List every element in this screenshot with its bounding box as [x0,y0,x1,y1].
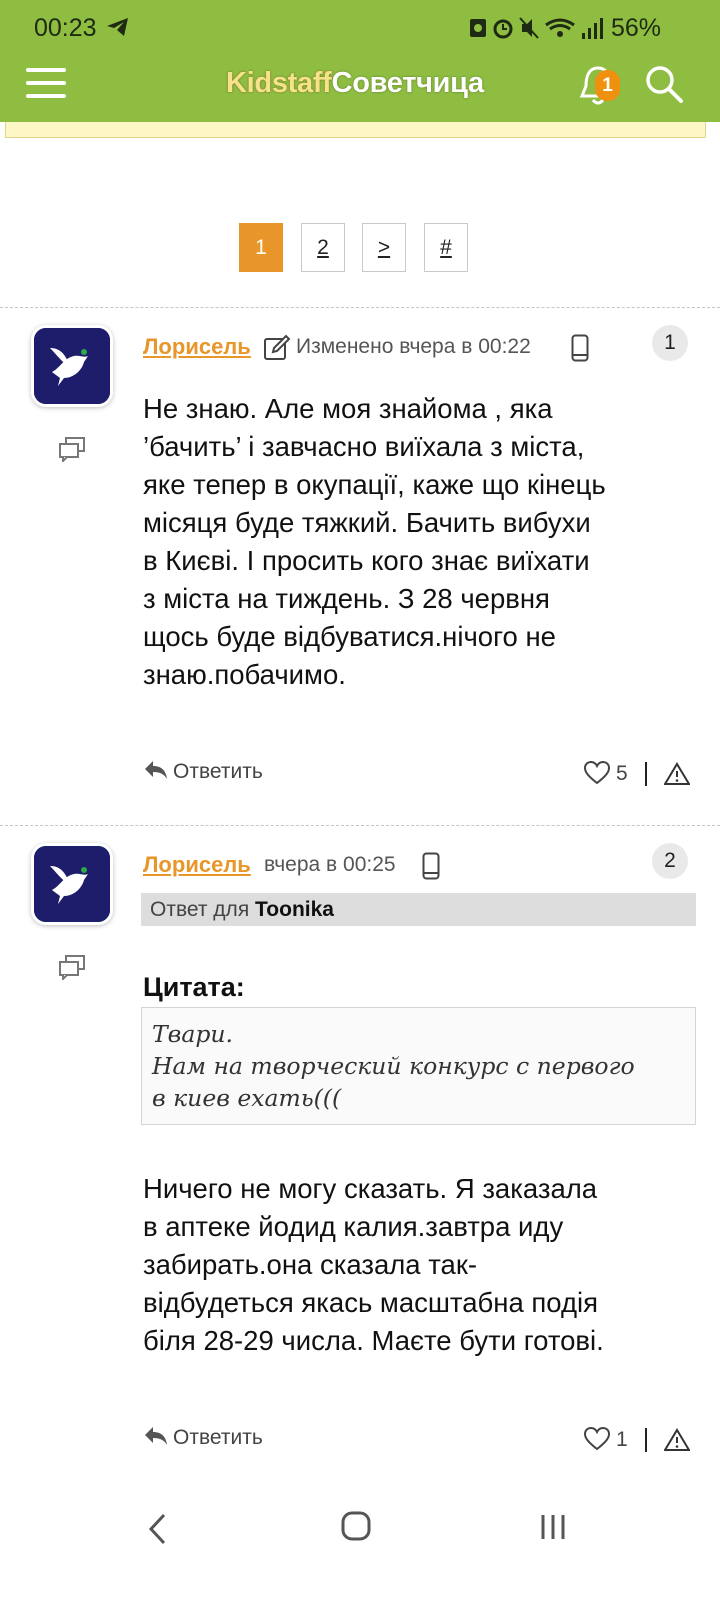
brand-part2: Советчица [331,67,485,99]
like-button[interactable]: 5 [583,760,628,791]
dove-icon [34,846,110,922]
dove-icon [34,328,110,404]
quote-block: Твари. Нам на творческий конкурс с перво… [141,1007,696,1125]
post-author-link[interactable]: Лорисель [143,334,251,360]
page-button-1[interactable]: 1 [239,223,283,272]
next-page-button[interactable]: > [362,223,406,272]
notice-strip [5,122,706,138]
report-warning-icon[interactable] [663,1428,691,1452]
system-navigation-bar [0,1480,720,1600]
avatar[interactable] [34,846,110,922]
status-bar: 00:23 56% [0,0,720,56]
edit-pencil-icon [263,334,291,362]
post-author-link[interactable]: Лорисель [143,852,251,878]
reply-to-bar: Ответ для Toonika [141,893,696,926]
app-header: 00:23 56% KidstaffСоветчица 1 [0,0,720,122]
brand-part1: Kidstaff [226,67,332,99]
like-count: 5 [616,762,628,785]
quote-line: Твари. [152,1020,234,1048]
like-count: 1 [616,1428,628,1451]
avatar[interactable] [34,328,110,404]
signal-icon [582,18,603,39]
recent-apps-nav-icon[interactable] [538,1512,568,1547]
reply-to-prefix: Ответ для [150,898,250,921]
mobile-device-icon [571,334,589,362]
post-timestamp: вчера в 00:25 [264,853,396,876]
recycle-icon [470,19,486,37]
reply-arrow-icon [143,1425,169,1453]
quote-title: Цитата: [143,972,245,1002]
telegram-icon [106,16,130,45]
post-number-badge[interactable]: 2 [652,843,688,879]
divider [645,762,647,786]
post-body: Ничего не могу сказать. Я заказала в апт… [143,1170,703,1360]
battery-level: 56% [611,14,662,42]
post-body-line: Ничего не могу сказать. Я заказала [143,1173,598,1204]
reply-button[interactable]: Ответить [143,759,263,787]
notification-count-badge[interactable]: 1 [595,70,620,101]
page-button-2[interactable]: 2 [301,223,345,272]
post-body-line: знаю.побачимо. [143,659,346,690]
search-icon[interactable] [644,64,684,104]
post-body-line: відбудеться якась масштабна подія [143,1287,599,1318]
mobile-device-icon [422,852,440,880]
post-body: Не знаю. Але моя знайома , яка ’бачить’ … [143,390,703,694]
heart-icon [583,1426,611,1457]
quote-line: в киев ехать((( [152,1084,342,1112]
back-nav-icon[interactable] [146,1512,168,1551]
post-timestamp: Изменено вчера в 00:22 [296,335,531,358]
reply-to-user-link[interactable]: Toonika [255,898,334,921]
private-message-icon[interactable] [58,954,86,982]
reply-button[interactable]: Ответить [143,1425,263,1453]
reply-label: Ответить [173,760,263,783]
heart-icon [583,760,611,791]
post-separator [0,825,720,826]
divider [645,1428,647,1452]
report-warning-icon[interactable] [663,762,691,786]
wifi-icon [545,18,575,37]
post-body-line: ’бачить’ і завчасно виїхала з міста, [143,431,585,462]
like-button[interactable]: 1 [583,1426,628,1457]
site-logo[interactable]: KidstaffСоветчица [226,67,484,100]
reply-label: Ответить [173,1426,263,1449]
post-body-line: місяця буде тяжкий. Бачить вибухи [143,507,591,538]
alarm-icon [493,19,513,39]
mute-icon [519,17,539,39]
post-body-line: яке тепер в окупації, каже що кінець [143,469,606,500]
hamburger-menu-icon[interactable] [26,66,66,100]
private-message-icon[interactable] [58,436,86,464]
post-separator [0,307,720,308]
last-page-button[interactable]: # [424,223,468,272]
post-body-line: щось буде відбуватися.нічого не [143,621,556,652]
status-time: 00:23 [34,14,97,42]
post-body-line: з міста на тиждень. З 28 червня [143,583,550,614]
home-nav-icon[interactable] [340,1510,372,1547]
post-body-line: забирать.она сказала так- [143,1249,478,1280]
post-body-line: Не знаю. Але моя знайома , яка [143,393,553,424]
post-number-badge[interactable]: 1 [652,325,688,361]
post-body-line: в аптеке йодид калия.завтра иду [143,1211,564,1242]
reply-arrow-icon [143,759,169,787]
post-body-line: біля 28-29 числа. Маєте бути готові. [143,1325,604,1356]
post-body-line: в Києві. І просить кого знає виїхати [143,545,590,576]
quote-line: Нам на творческий конкурс с первого [152,1052,635,1080]
status-icons [470,15,606,48]
